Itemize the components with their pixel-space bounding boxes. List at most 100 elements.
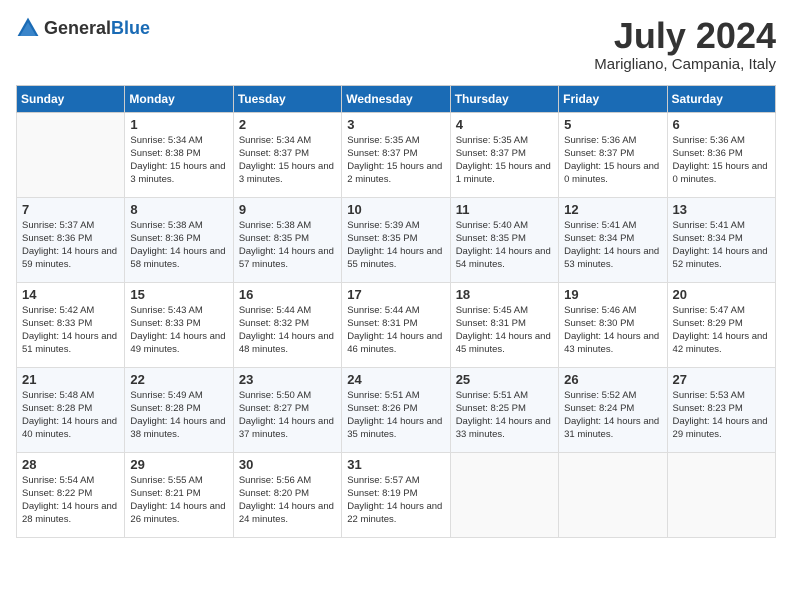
calendar-table: Sunday Monday Tuesday Wednesday Thursday… bbox=[16, 85, 776, 538]
day-cell: 18 Sunrise: 5:45 AMSunset: 8:31 PMDaylig… bbox=[450, 282, 558, 367]
day-info: Sunrise: 5:54 AMSunset: 8:22 PMDaylight:… bbox=[22, 474, 119, 527]
day-cell: 16 Sunrise: 5:44 AMSunset: 8:32 PMDaylig… bbox=[233, 282, 341, 367]
day-number: 22 bbox=[130, 372, 227, 387]
day-cell: 12 Sunrise: 5:41 AMSunset: 8:34 PMDaylig… bbox=[559, 197, 667, 282]
day-info: Sunrise: 5:40 AMSunset: 8:35 PMDaylight:… bbox=[456, 219, 553, 272]
col-sunday: Sunday bbox=[17, 85, 125, 112]
day-info: Sunrise: 5:49 AMSunset: 8:28 PMDaylight:… bbox=[130, 389, 227, 442]
week-row-0: 1 Sunrise: 5:34 AMSunset: 8:38 PMDayligh… bbox=[17, 112, 776, 197]
day-cell: 29 Sunrise: 5:55 AMSunset: 8:21 PMDaylig… bbox=[125, 452, 233, 537]
day-info: Sunrise: 5:35 AMSunset: 8:37 PMDaylight:… bbox=[456, 134, 553, 187]
day-cell: 8 Sunrise: 5:38 AMSunset: 8:36 PMDayligh… bbox=[125, 197, 233, 282]
logo-text: GeneralBlue bbox=[44, 18, 150, 39]
day-cell: 19 Sunrise: 5:46 AMSunset: 8:30 PMDaylig… bbox=[559, 282, 667, 367]
day-cell: 30 Sunrise: 5:56 AMSunset: 8:20 PMDaylig… bbox=[233, 452, 341, 537]
day-info: Sunrise: 5:37 AMSunset: 8:36 PMDaylight:… bbox=[22, 219, 119, 272]
day-number: 19 bbox=[564, 287, 661, 302]
day-number: 28 bbox=[22, 457, 119, 472]
page-header: GeneralBlue July 2024 Marigliano, Campan… bbox=[16, 16, 776, 73]
day-info: Sunrise: 5:34 AMSunset: 8:38 PMDaylight:… bbox=[130, 134, 227, 187]
month-year: July 2024 bbox=[594, 16, 776, 56]
day-number: 10 bbox=[347, 202, 444, 217]
day-info: Sunrise: 5:57 AMSunset: 8:19 PMDaylight:… bbox=[347, 474, 444, 527]
day-info: Sunrise: 5:39 AMSunset: 8:35 PMDaylight:… bbox=[347, 219, 444, 272]
day-cell bbox=[559, 452, 667, 537]
day-info: Sunrise: 5:34 AMSunset: 8:37 PMDaylight:… bbox=[239, 134, 336, 187]
day-info: Sunrise: 5:50 AMSunset: 8:27 PMDaylight:… bbox=[239, 389, 336, 442]
logo-blue: Blue bbox=[111, 18, 150, 38]
col-wednesday: Wednesday bbox=[342, 85, 450, 112]
day-cell: 14 Sunrise: 5:42 AMSunset: 8:33 PMDaylig… bbox=[17, 282, 125, 367]
day-cell: 11 Sunrise: 5:40 AMSunset: 8:35 PMDaylig… bbox=[450, 197, 558, 282]
col-friday: Friday bbox=[559, 85, 667, 112]
logo-general: General bbox=[44, 18, 111, 38]
header-row: Sunday Monday Tuesday Wednesday Thursday… bbox=[17, 85, 776, 112]
day-number: 25 bbox=[456, 372, 553, 387]
day-number: 11 bbox=[456, 202, 553, 217]
day-number: 7 bbox=[22, 202, 119, 217]
day-cell: 4 Sunrise: 5:35 AMSunset: 8:37 PMDayligh… bbox=[450, 112, 558, 197]
day-cell: 24 Sunrise: 5:51 AMSunset: 8:26 PMDaylig… bbox=[342, 367, 450, 452]
day-cell: 27 Sunrise: 5:53 AMSunset: 8:23 PMDaylig… bbox=[667, 367, 775, 452]
day-cell: 26 Sunrise: 5:52 AMSunset: 8:24 PMDaylig… bbox=[559, 367, 667, 452]
day-cell: 6 Sunrise: 5:36 AMSunset: 8:36 PMDayligh… bbox=[667, 112, 775, 197]
day-number: 2 bbox=[239, 117, 336, 132]
day-cell: 15 Sunrise: 5:43 AMSunset: 8:33 PMDaylig… bbox=[125, 282, 233, 367]
col-saturday: Saturday bbox=[667, 85, 775, 112]
col-tuesday: Tuesday bbox=[233, 85, 341, 112]
day-cell: 22 Sunrise: 5:49 AMSunset: 8:28 PMDaylig… bbox=[125, 367, 233, 452]
day-number: 5 bbox=[564, 117, 661, 132]
day-cell: 10 Sunrise: 5:39 AMSunset: 8:35 PMDaylig… bbox=[342, 197, 450, 282]
day-info: Sunrise: 5:45 AMSunset: 8:31 PMDaylight:… bbox=[456, 304, 553, 357]
day-cell: 2 Sunrise: 5:34 AMSunset: 8:37 PMDayligh… bbox=[233, 112, 341, 197]
day-info: Sunrise: 5:56 AMSunset: 8:20 PMDaylight:… bbox=[239, 474, 336, 527]
day-number: 9 bbox=[239, 202, 336, 217]
day-number: 27 bbox=[673, 372, 770, 387]
week-row-4: 28 Sunrise: 5:54 AMSunset: 8:22 PMDaylig… bbox=[17, 452, 776, 537]
day-number: 6 bbox=[673, 117, 770, 132]
day-cell bbox=[17, 112, 125, 197]
day-cell: 5 Sunrise: 5:36 AMSunset: 8:37 PMDayligh… bbox=[559, 112, 667, 197]
day-number: 4 bbox=[456, 117, 553, 132]
day-cell: 13 Sunrise: 5:41 AMSunset: 8:34 PMDaylig… bbox=[667, 197, 775, 282]
day-cell bbox=[450, 452, 558, 537]
title-block: July 2024 Marigliano, Campania, Italy bbox=[594, 16, 776, 73]
day-number: 30 bbox=[239, 457, 336, 472]
day-number: 3 bbox=[347, 117, 444, 132]
day-info: Sunrise: 5:42 AMSunset: 8:33 PMDaylight:… bbox=[22, 304, 119, 357]
logo-icon bbox=[16, 16, 40, 40]
day-info: Sunrise: 5:48 AMSunset: 8:28 PMDaylight:… bbox=[22, 389, 119, 442]
day-info: Sunrise: 5:38 AMSunset: 8:36 PMDaylight:… bbox=[130, 219, 227, 272]
day-info: Sunrise: 5:36 AMSunset: 8:37 PMDaylight:… bbox=[564, 134, 661, 187]
day-info: Sunrise: 5:55 AMSunset: 8:21 PMDaylight:… bbox=[130, 474, 227, 527]
day-info: Sunrise: 5:43 AMSunset: 8:33 PMDaylight:… bbox=[130, 304, 227, 357]
day-number: 31 bbox=[347, 457, 444, 472]
week-row-3: 21 Sunrise: 5:48 AMSunset: 8:28 PMDaylig… bbox=[17, 367, 776, 452]
day-info: Sunrise: 5:53 AMSunset: 8:23 PMDaylight:… bbox=[673, 389, 770, 442]
week-row-2: 14 Sunrise: 5:42 AMSunset: 8:33 PMDaylig… bbox=[17, 282, 776, 367]
day-info: Sunrise: 5:44 AMSunset: 8:32 PMDaylight:… bbox=[239, 304, 336, 357]
day-cell: 28 Sunrise: 5:54 AMSunset: 8:22 PMDaylig… bbox=[17, 452, 125, 537]
day-info: Sunrise: 5:35 AMSunset: 8:37 PMDaylight:… bbox=[347, 134, 444, 187]
day-cell: 1 Sunrise: 5:34 AMSunset: 8:38 PMDayligh… bbox=[125, 112, 233, 197]
day-info: Sunrise: 5:46 AMSunset: 8:30 PMDaylight:… bbox=[564, 304, 661, 357]
day-info: Sunrise: 5:38 AMSunset: 8:35 PMDaylight:… bbox=[239, 219, 336, 272]
day-number: 21 bbox=[22, 372, 119, 387]
day-cell: 23 Sunrise: 5:50 AMSunset: 8:27 PMDaylig… bbox=[233, 367, 341, 452]
day-cell: 9 Sunrise: 5:38 AMSunset: 8:35 PMDayligh… bbox=[233, 197, 341, 282]
col-monday: Monday bbox=[125, 85, 233, 112]
day-number: 18 bbox=[456, 287, 553, 302]
day-info: Sunrise: 5:52 AMSunset: 8:24 PMDaylight:… bbox=[564, 389, 661, 442]
day-number: 15 bbox=[130, 287, 227, 302]
day-info: Sunrise: 5:41 AMSunset: 8:34 PMDaylight:… bbox=[564, 219, 661, 272]
day-cell: 21 Sunrise: 5:48 AMSunset: 8:28 PMDaylig… bbox=[17, 367, 125, 452]
day-number: 13 bbox=[673, 202, 770, 217]
col-thursday: Thursday bbox=[450, 85, 558, 112]
day-info: Sunrise: 5:51 AMSunset: 8:25 PMDaylight:… bbox=[456, 389, 553, 442]
day-number: 1 bbox=[130, 117, 227, 132]
day-info: Sunrise: 5:51 AMSunset: 8:26 PMDaylight:… bbox=[347, 389, 444, 442]
day-info: Sunrise: 5:44 AMSunset: 8:31 PMDaylight:… bbox=[347, 304, 444, 357]
logo: GeneralBlue bbox=[16, 16, 150, 40]
day-cell: 7 Sunrise: 5:37 AMSunset: 8:36 PMDayligh… bbox=[17, 197, 125, 282]
day-cell: 20 Sunrise: 5:47 AMSunset: 8:29 PMDaylig… bbox=[667, 282, 775, 367]
